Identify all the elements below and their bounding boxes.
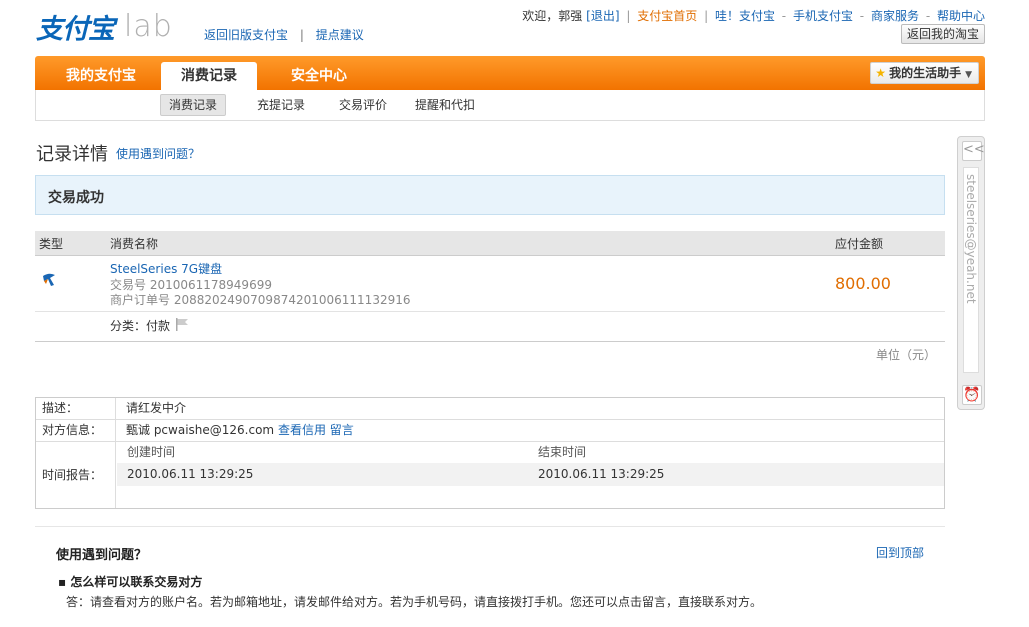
alarm-clock-icon[interactable]: ⏰ [962,385,982,405]
created-time-header: 创建时间 [127,445,176,459]
description-value: 请红发中介 [126,401,187,415]
separator: | [704,9,709,23]
ended-time-value: 2010.06.11 13:29:25 [538,467,665,481]
alipay-logo-text: 支付宝 [36,13,115,45]
counterparty-value: 甄诚 pcwaishe@126.com 查看信用 留言 [126,420,354,441]
category-label: 分类：付款 [110,319,171,333]
tab-my-alipay[interactable]: 我的支付宝 [66,62,136,90]
help-center-link[interactable]: 帮助中心 [937,9,985,23]
status-banner: 交易成功 [35,175,945,215]
separator: - [925,9,931,23]
help-link[interactable]: 使用遇到问题？ [116,145,200,162]
time-grid: 创建时间 结束时间 2010.06.11 13:29:25 2010.06.11… [117,442,944,508]
merchant-order-number: 商户订单号 2088202490709874201006111132916 [110,293,411,307]
col-type: 类型 [39,237,64,251]
message-link[interactable]: 留言 [330,423,354,437]
unit-label: 单位（元） [875,348,936,362]
back-to-top-link[interactable]: 回到顶部 [876,544,924,561]
account-email: steelseries@yeah.net [963,167,979,373]
view-credit-link[interactable]: 查看信用 [278,423,326,437]
tab-security-center[interactable]: 安全中心 [291,62,347,90]
created-time-value: 2010.06.11 13:29:25 [127,467,254,481]
suggest-link[interactable]: 提点建议 [316,28,364,42]
faq-question: ▪ 怎么样可以联系交易对方 [58,575,203,589]
welcome-text: 欢迎，郭强 [522,9,583,23]
alipay-home-link[interactable]: 支付宝首页 [637,9,697,23]
subnav-consumption[interactable]: 消费记录 [160,94,227,116]
row-divider [35,311,945,312]
wa-alipay-link[interactable]: 哇！支付宝 [715,9,775,23]
separator: | [299,28,304,42]
page-title: 记录详情 [36,144,108,165]
life-assistant-dropdown[interactable]: ★ 我的生活助手 ▼ [870,62,979,84]
counterparty-label: 对方信息： [36,420,116,441]
mobile-alipay-link[interactable]: 手机支付宝 [793,9,853,23]
faq-title: 使用遇到问题？ [56,548,148,563]
header-links: 返回旧版支付宝 | 提点建议 [204,26,364,43]
subnav-reminders[interactable]: 提醒和代扣 [407,95,483,115]
subnav-recharge[interactable]: 充提记录 [249,95,313,115]
tab-consumption-records[interactable]: 消费记录 [161,62,257,90]
payment-type-icon [43,273,55,286]
back-to-taobao-button[interactable]: 返回我的淘宝 [900,24,985,44]
table-bottom-border [35,341,945,342]
amount-value: 800.00 [835,274,891,293]
assistant-label: 我的生活助手 [889,66,962,80]
counterparty-name: 甄诚 pcwaishe@126.com [126,423,275,437]
collapse-button[interactable]: << [962,141,985,161]
separator: - [781,9,787,23]
alipay-lab-logo[interactable]: 支付宝 lab [36,8,173,45]
info-row-counterparty: 对方信息： 甄诚 pcwaishe@126.com 查看信用 留言 [36,420,944,442]
faq-question-text: 怎么样可以联系交易对方 [70,575,203,589]
col-amount: 应付金额 [835,237,884,251]
main-nav: 我的支付宝 消费记录 安全中心 ★ 我的生活助手 ▼ [35,56,985,90]
lab-logo-text: lab [124,8,173,44]
top-links: 欢迎，郭强 [退出] | 支付宝首页 | 哇！支付宝 - 手机支付宝 - 商家服… [522,7,985,24]
star-icon: ★ [875,66,887,80]
table-header: 类型 消费名称 应付金额 [35,231,945,256]
merchant-service-link[interactable]: 商家服务 [871,9,919,23]
description-label: 描述： [36,398,116,419]
separator: - [859,9,865,23]
side-panel: << steelseries@yeah.net ⏰ [957,136,985,410]
col-name: 消费名称 [110,237,159,251]
faq-divider [35,526,945,527]
status-text: 交易成功 [48,190,104,206]
old-version-link[interactable]: 返回旧版支付宝 [204,28,288,42]
flag-icon[interactable] [175,318,189,331]
time-report-label: 时间报告： [36,442,116,508]
trade-info-table: 描述： 请红发中介 对方信息： 甄诚 pcwaishe@126.com 查看信用… [35,397,945,509]
faq-answer: 答：请查看对方的账户名。若为邮箱地址，请发邮件给对方。若为手机号码，请直接拨打手… [66,595,763,609]
info-row-time: 时间报告： 创建时间 结束时间 2010.06.11 13:29:25 2010… [36,442,944,508]
item-name-link[interactable]: SteelSeries 7G键盘 [110,260,222,277]
caret-down-icon: ▼ [965,70,972,80]
subnav-trade-review[interactable]: 交易评价 [331,95,395,115]
ended-time-header: 结束时间 [538,445,587,459]
sub-nav: 消费记录 充提记录 交易评价 提醒和代扣 [35,90,985,121]
logout-link[interactable]: [退出] [586,9,619,23]
info-row-description: 描述： 请红发中介 [36,398,944,420]
separator: | [626,9,631,23]
